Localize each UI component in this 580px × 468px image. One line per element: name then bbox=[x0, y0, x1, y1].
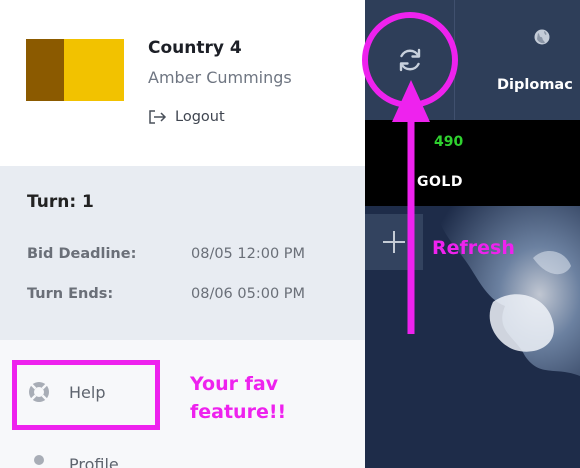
fav-annotation-line1: Your fav bbox=[190, 373, 279, 395]
sidebar-item-help-label: Help bbox=[69, 382, 106, 402]
country-flag bbox=[26, 39, 124, 101]
bid-deadline-value: 08/05 12:00 PM bbox=[191, 246, 306, 262]
turn-ends-value: 08/06 05:00 PM bbox=[191, 286, 306, 302]
tab-diplomacy[interactable]: Diplomac bbox=[455, 0, 580, 120]
turn-number: Turn: 1 bbox=[27, 192, 94, 212]
tab-diplomacy-label: Diplomac bbox=[497, 77, 573, 93]
refresh-annotation-text: Refresh bbox=[432, 237, 515, 259]
turn-info: Turn: 1 Bid Deadline: 08/05 12:00 PM Tur… bbox=[0, 166, 365, 340]
fav-feature-annotation: Your fav feature!! bbox=[190, 370, 360, 426]
sidebar-item-profile-label: Profile bbox=[69, 454, 119, 468]
player-name: Amber Cummings bbox=[148, 68, 292, 87]
gold-value: 490 bbox=[434, 134, 464, 150]
logout-icon bbox=[149, 110, 167, 124]
sidebar-item-profile[interactable]: Profile bbox=[27, 452, 119, 468]
globe-icon bbox=[534, 29, 550, 45]
player-profile: Country 4 Amber Cummings Logout bbox=[0, 0, 365, 166]
sidebar-item-help[interactable]: Help bbox=[27, 380, 105, 404]
flag-stripe-yellow bbox=[64, 39, 124, 101]
country-name: Country 4 bbox=[148, 38, 242, 58]
refresh-icon bbox=[399, 48, 421, 72]
bid-deadline-label: Bid Deadline: bbox=[27, 246, 137, 262]
logout-button[interactable]: Logout bbox=[148, 109, 225, 125]
annotation-arrow bbox=[392, 80, 430, 334]
turn-ends-label: Turn Ends: bbox=[27, 286, 114, 302]
user-icon bbox=[34, 455, 44, 465]
logout-label: Logout bbox=[175, 109, 225, 125]
fav-annotation-line2: feature!! bbox=[190, 401, 287, 423]
lifebuoy-icon bbox=[29, 382, 49, 402]
flag-stripe-brown bbox=[26, 39, 64, 101]
